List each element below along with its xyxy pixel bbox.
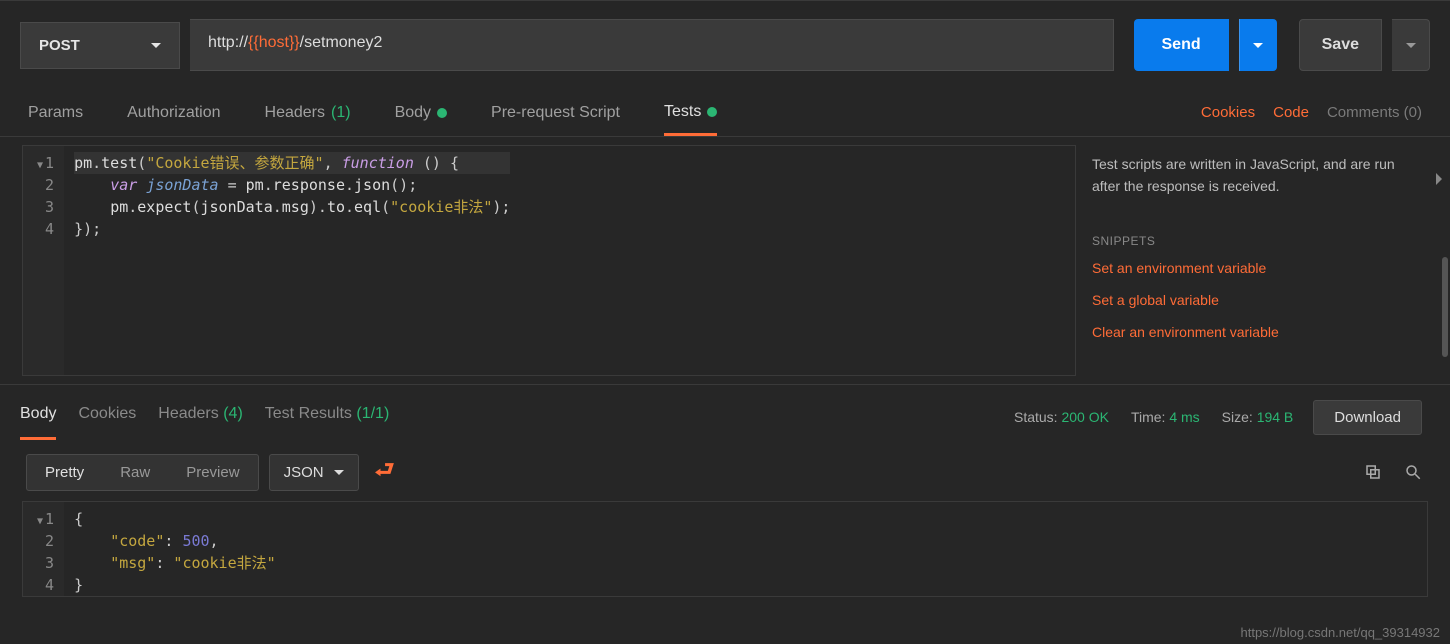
request-tabs-row: Params Authorization Headers (1) Body Pr… <box>0 89 1450 137</box>
url-input[interactable]: http://{{host}}/setmoney2 <box>190 19 1114 71</box>
response-tabs: Body Cookies Headers (4) Test Results (1… <box>20 395 1014 440</box>
test-script-editor[interactable]: ▼1 234 pm.test("Cookie错误、参数正确", function… <box>22 145 1076 376</box>
tab-headers[interactable]: Headers (1) <box>265 91 351 135</box>
link-code[interactable]: Code <box>1273 104 1309 121</box>
tab-prerequest[interactable]: Pre-request Script <box>491 91 620 135</box>
status-label: Status: <box>1014 409 1058 425</box>
view-pretty[interactable]: Pretty <box>27 455 102 490</box>
view-preview[interactable]: Preview <box>168 455 257 490</box>
resp-tab-testresults[interactable]: Test Results (1/1) <box>265 395 390 440</box>
resp-gutter: ▼1 234 <box>23 502 64 596</box>
wrap-lines-icon[interactable]: ⮐ <box>375 453 395 491</box>
url-variable: {{host}} <box>248 34 300 51</box>
response-meta: Status: 200 OK Time: 4 ms Size: 194 B <box>1014 409 1293 425</box>
download-button[interactable]: Download <box>1313 400 1422 435</box>
resp-msg-value: cookie非法 <box>182 554 266 572</box>
size-label: Size: <box>1222 409 1253 425</box>
expand-arrow-icon[interactable] <box>1436 173 1442 185</box>
url-suffix: /setmoney2 <box>300 34 383 51</box>
editor-gutter: ▼1 234 <box>23 146 64 375</box>
scrollbar-thumb[interactable] <box>1442 257 1448 357</box>
save-dropdown[interactable] <box>1392 19 1430 71</box>
fold-icon[interactable]: ▼ <box>37 516 43 527</box>
snippet-item[interactable]: Clear an environment variable <box>1092 316 1424 348</box>
headers-count: (1) <box>331 104 351 122</box>
format-select[interactable]: JSON <box>269 454 359 491</box>
search-icon[interactable] <box>1404 463 1422 481</box>
response-bar: Body Cookies Headers (4) Test Results (1… <box>0 385 1450 441</box>
send-button[interactable]: Send <box>1134 19 1229 71</box>
panel-description: Test scripts are written in JavaScript, … <box>1092 153 1424 198</box>
format-value: JSON <box>284 464 324 481</box>
time-label: Time: <box>1131 409 1165 425</box>
chevron-down-icon <box>1253 43 1263 48</box>
resp-tab-cookies[interactable]: Cookies <box>78 395 136 440</box>
resp-code-value: 500 <box>182 532 209 550</box>
size-value: 194 B <box>1257 409 1294 425</box>
method-select[interactable]: POST <box>20 22 180 69</box>
resp-headers-count: (4) <box>223 405 243 422</box>
link-comments[interactable]: Comments (0) <box>1327 104 1422 121</box>
view-mode-group: Pretty Raw Preview <box>26 454 259 491</box>
chevron-down-icon <box>1406 43 1416 48</box>
resp-tab-body[interactable]: Body <box>20 395 56 440</box>
resp-tab-headers[interactable]: Headers (4) <box>158 395 243 440</box>
copy-icon[interactable] <box>1364 463 1382 481</box>
test-results-count: (1/1) <box>356 405 389 422</box>
resp-code[interactable]: { "code": 500, "msg": "cookie非法" } <box>64 502 286 596</box>
send-label: Send <box>1162 36 1201 54</box>
snippet-item[interactable]: Set an environment variable <box>1092 252 1424 284</box>
response-body-editor[interactable]: ▼1 234 { "code": 500, "msg": "cookie非法" … <box>22 501 1428 597</box>
save-button[interactable]: Save <box>1299 19 1382 71</box>
dot-indicator-icon <box>707 107 717 117</box>
snippets-header: SNIPPETS <box>1092 234 1424 248</box>
send-dropdown[interactable] <box>1239 19 1277 71</box>
view-raw[interactable]: Raw <box>102 455 168 490</box>
chevron-down-icon <box>151 43 161 48</box>
url-prefix: http:// <box>208 34 248 51</box>
tab-authorization[interactable]: Authorization <box>127 91 220 135</box>
editor-code[interactable]: pm.test("Cookie错误、参数正确", function () { v… <box>64 146 520 375</box>
request-tabs: Params Authorization Headers (1) Body Pr… <box>28 91 1201 135</box>
link-cookies[interactable]: Cookies <box>1201 104 1255 121</box>
save-label: Save <box>1322 36 1359 54</box>
snippets-panel: Test scripts are written in JavaScript, … <box>1080 137 1450 384</box>
request-bar: POST http://{{host}}/setmoney2 Send Save <box>0 0 1450 89</box>
right-links: Cookies Code Comments (0) <box>1201 104 1422 121</box>
dot-indicator-icon <box>437 108 447 118</box>
status-value: 200 OK <box>1061 409 1108 425</box>
tab-tests[interactable]: Tests <box>664 91 717 136</box>
chevron-down-icon <box>334 470 344 475</box>
method-value: POST <box>39 37 80 54</box>
watermark: https://blog.csdn.net/qq_39314932 <box>1241 625 1441 640</box>
response-toolbar: Pretty Raw Preview JSON ⮐ <box>0 441 1450 501</box>
work-area: ▼1 234 pm.test("Cookie错误、参数正确", function… <box>0 137 1450 385</box>
tab-params[interactable]: Params <box>28 91 83 135</box>
snippet-item[interactable]: Set a global variable <box>1092 284 1424 316</box>
fold-icon[interactable]: ▼ <box>37 160 43 171</box>
tab-body[interactable]: Body <box>395 91 447 135</box>
time-value: 4 ms <box>1169 409 1199 425</box>
